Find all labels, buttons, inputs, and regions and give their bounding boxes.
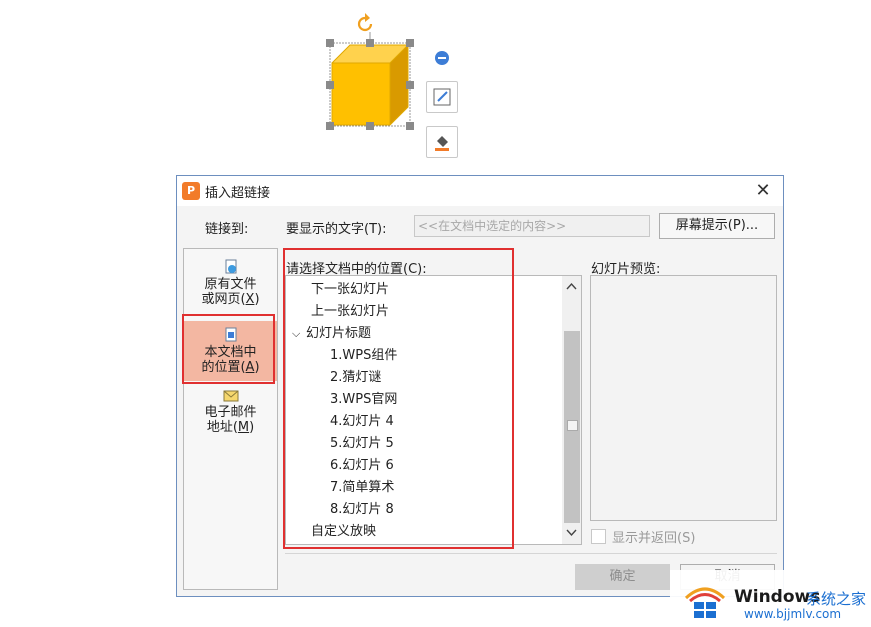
- resize-handle[interactable]: [406, 81, 414, 89]
- cube-shape-selection[interactable]: [320, 10, 470, 160]
- nav-label-text: ): [249, 420, 255, 435]
- display-text-field[interactable]: <<在文档中选定的内容>>: [414, 215, 650, 237]
- resize-handle[interactable]: [326, 81, 334, 89]
- vertical-scrollbar[interactable]: [562, 276, 581, 544]
- scroll-up-icon[interactable]: [566, 282, 577, 290]
- close-button[interactable]: ✕: [751, 179, 775, 203]
- ok-button[interactable]: 确定: [575, 564, 670, 590]
- shape-outline-button[interactable]: [426, 81, 458, 113]
- dialog-title: 插入超链接: [205, 186, 271, 201]
- screentip-button[interactable]: 屏幕提示(P)...: [659, 213, 775, 239]
- nav-label-text: ): [254, 292, 260, 307]
- link-type-nav: 原有文件 或网页(X) 本文档中 的位置(A) 电子邮件 地址(M): [183, 248, 278, 590]
- watermark-url: www.bjjmlv.com: [744, 607, 842, 621]
- nav-label-text: 地址(: [206, 420, 238, 435]
- nav-label-line2: 地址(M): [184, 420, 277, 435]
- nav-label-text: 或网页(: [201, 292, 246, 307]
- highlight-box: [283, 248, 514, 549]
- highlight-box: [182, 314, 275, 384]
- collapse-icon[interactable]: [435, 51, 449, 65]
- resize-handle[interactable]: [366, 122, 374, 130]
- pen-edit-icon: [433, 88, 451, 106]
- resize-handle[interactable]: [326, 122, 334, 130]
- insert-hyperlink-dialog: P 插入超链接 ✕ 链接到: 要显示的文字(T): <<在文档中选定的内容>> …: [176, 175, 784, 597]
- link-to-label: 链接到:: [205, 222, 249, 237]
- watermark-brand-cn: 系统之家: [806, 590, 867, 608]
- slide-preview-box: [590, 275, 777, 521]
- shape-fill-button[interactable]: [426, 126, 458, 158]
- nav-label-line1: 原有文件: [204, 277, 257, 292]
- divider: [285, 553, 777, 554]
- email-icon: [223, 390, 238, 402]
- file-web-icon: [225, 259, 236, 274]
- nav-accesskey: M: [237, 420, 250, 435]
- display-text-label: 要显示的文字(T):: [286, 222, 387, 237]
- nav-label-line1: 电子邮件: [204, 405, 257, 420]
- scroll-thumb[interactable]: [564, 331, 580, 523]
- watermark: Windows 系统之家 www.bjjmlv.com: [670, 570, 871, 627]
- checkbox-label: 显示并返回(S): [612, 531, 696, 546]
- scroll-down-icon[interactable]: [566, 529, 577, 537]
- resize-handle[interactable]: [406, 122, 414, 130]
- dialog-titlebar[interactable]: P 插入超链接 ✕: [177, 176, 783, 206]
- resize-handle[interactable]: [406, 39, 414, 47]
- nav-label-line2: 或网页(X): [184, 292, 277, 307]
- nav-email-address[interactable]: 电子邮件 地址(M): [184, 387, 277, 435]
- nav-existing-file-or-web[interactable]: 原有文件 或网页(X): [184, 259, 277, 317]
- checkbox-box[interactable]: [591, 529, 606, 544]
- show-and-return-checkbox[interactable]: 显示并返回(S): [591, 527, 695, 546]
- wps-app-icon: P: [182, 182, 200, 200]
- thumb-grip: [567, 420, 578, 431]
- windows-logo-icon: [684, 587, 726, 618]
- paint-bucket-icon: [435, 136, 449, 151]
- resize-handle[interactable]: [366, 39, 374, 47]
- resize-handle[interactable]: [326, 39, 334, 47]
